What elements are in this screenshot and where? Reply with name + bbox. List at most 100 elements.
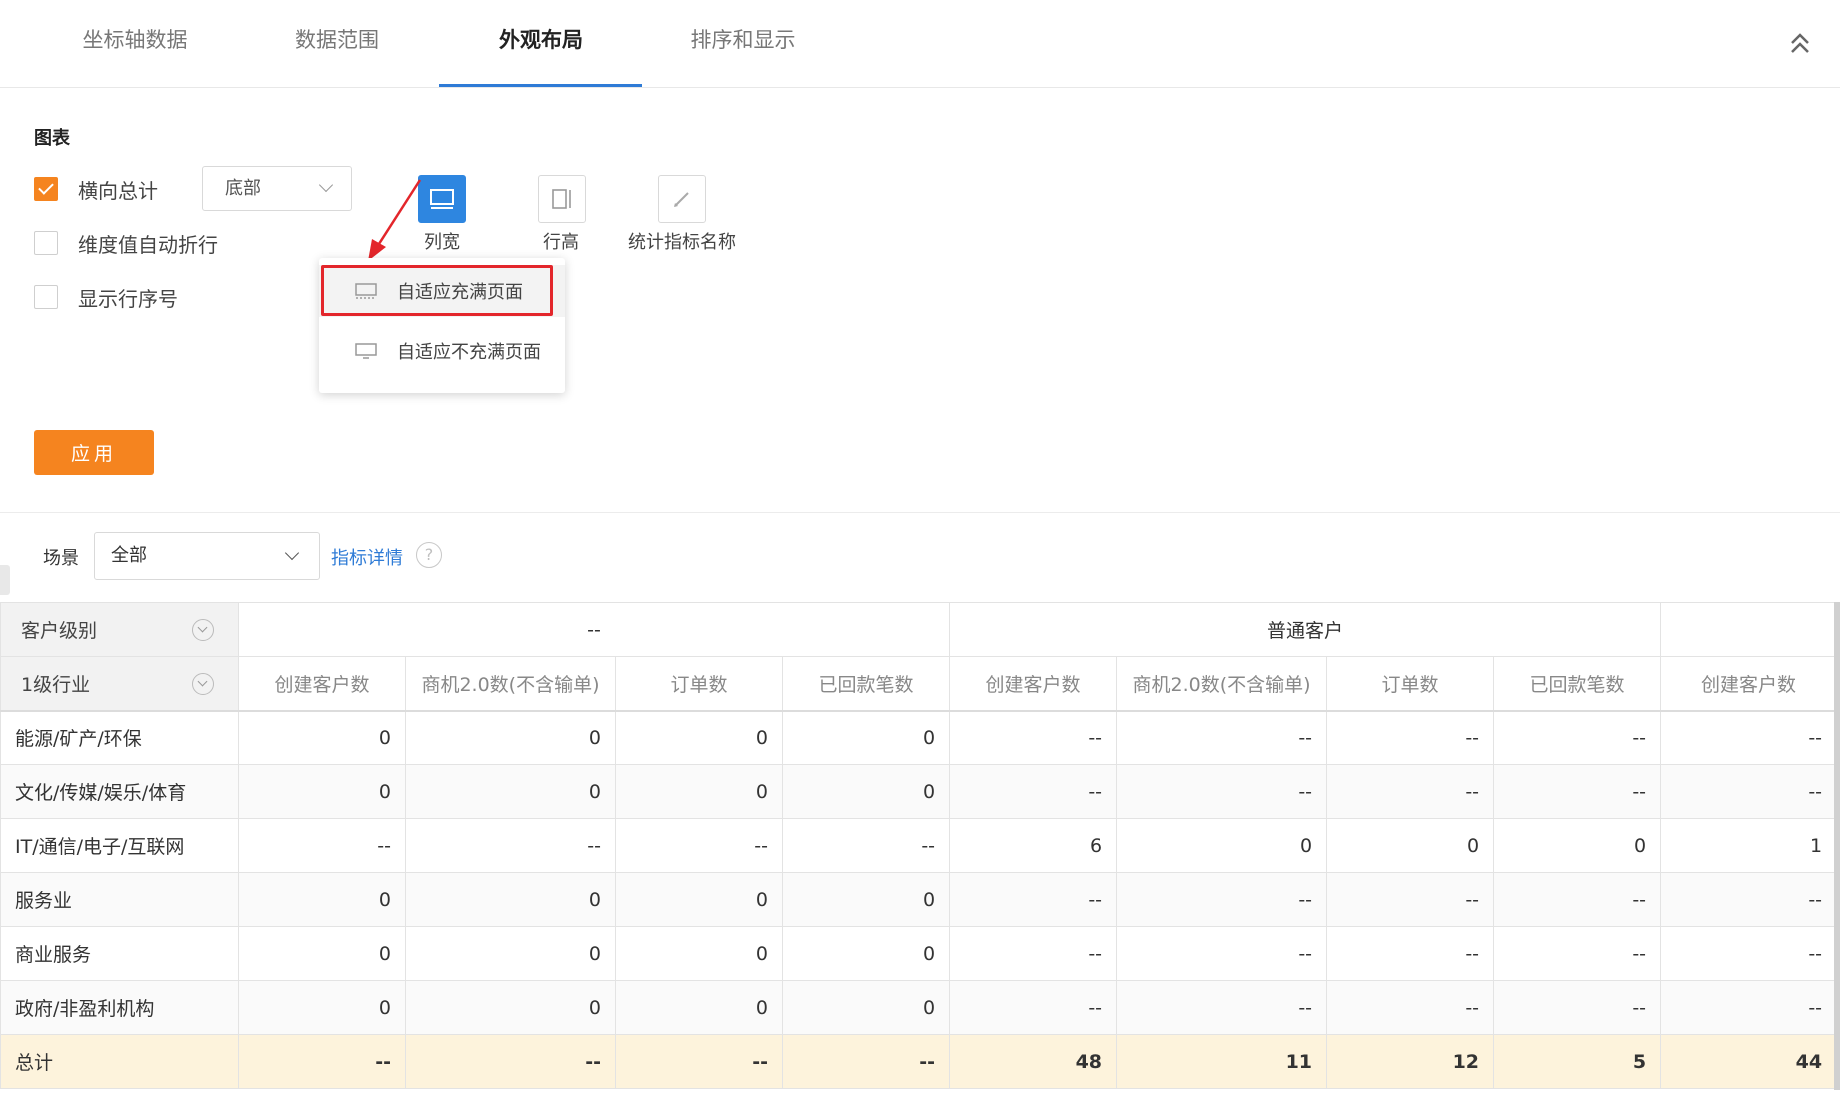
column-header[interactable]: 商机2.0数(不含输单) (1116, 656, 1328, 712)
table-cell: -- (1660, 710, 1838, 765)
table-cell: -- (615, 818, 783, 873)
total-cell: -- (405, 1034, 616, 1089)
menu-item-fit-nofill[interactable]: 自适应不充满页面 (319, 325, 565, 377)
auto-wrap-checkbox[interactable] (34, 231, 58, 255)
row-dimension-cell: IT/通信/电子/互联网 (0, 818, 239, 873)
dim-header-customer-level-label: 客户级别 (21, 620, 98, 642)
group-header-next (1660, 602, 1838, 657)
total-cell: -- (615, 1034, 783, 1089)
table-cell: -- (1660, 926, 1838, 981)
column-header[interactable]: 创建客户数 (949, 656, 1118, 712)
metric-name-label: 统计指标名称 (628, 232, 736, 253)
table-cell: -- (949, 710, 1118, 765)
table-cell: -- (949, 764, 1118, 819)
highlight-annotation-box (321, 265, 553, 316)
table-cell: 0 (1116, 818, 1328, 873)
total-cell: 12 (1326, 1034, 1495, 1089)
table-row: 政府/非盈利机构 0 0 0 0 -- -- -- -- -- (0, 980, 1838, 1035)
drag-handle[interactable] (0, 565, 10, 595)
option-horizontal-total[interactable]: 横向总计 (34, 174, 158, 204)
total-cell: 5 (1493, 1034, 1662, 1089)
table-cell: -- (1116, 710, 1328, 765)
option-auto-wrap[interactable]: 维度值自动折行 (34, 228, 218, 258)
dim-header-customer-level[interactable]: 客户级别 (0, 602, 239, 657)
scene-label: 场景 (43, 548, 79, 569)
scene-select-value: 全部 (111, 545, 147, 566)
table-cell: -- (1493, 980, 1662, 1035)
table-cell: -- (1326, 872, 1495, 927)
row-number-label: 显示行序号 (78, 286, 178, 311)
tab-data-range[interactable]: 数据范围 (262, 0, 412, 88)
apply-button[interactable]: 应用 (34, 430, 154, 475)
table-scrollbar[interactable] (1834, 602, 1840, 1090)
table-cell: -- (1493, 872, 1662, 927)
column-header[interactable]: 订单数 (615, 656, 783, 712)
tab-sort-display[interactable]: 排序和显示 (668, 0, 818, 88)
table-cell: -- (1493, 710, 1662, 765)
table-cell: 0 (238, 872, 406, 927)
row-height-button[interactable] (538, 175, 586, 223)
chevron-down-circle-icon[interactable] (192, 619, 214, 641)
tab-bar: 坐标轴数据 数据范围 外观布局 排序和显示 (0, 0, 1840, 88)
chevron-down-circle-icon[interactable] (192, 673, 214, 695)
metric-details-link[interactable]: 指标详情 (331, 544, 403, 570)
menu-item-fit-nofill-label: 自适应不充满页面 (397, 342, 541, 363)
auto-wrap-label: 维度值自动折行 (78, 232, 218, 257)
table-cell: -- (1326, 980, 1495, 1035)
row-height-icon (552, 189, 571, 209)
table-cell: -- (1326, 926, 1495, 981)
pencil-icon (674, 192, 689, 207)
option-row-number[interactable]: 显示行序号 (34, 282, 178, 312)
table-cell: 0 (781, 710, 951, 765)
row-height-label: 行高 (543, 232, 579, 253)
chevron-down-icon (284, 545, 300, 561)
scene-select[interactable]: 全部 (94, 532, 320, 580)
pivot-table: 客户级别 -- 普通客户 1级行业 创建客户数 商机2.0数(不含输单) 订单数… (0, 602, 1838, 1089)
total-position-select[interactable]: 底部 (202, 166, 352, 211)
help-icon[interactable]: ? (416, 542, 442, 568)
tab-appearance-layout[interactable]: 外观布局 (466, 0, 616, 88)
total-cell: 44 (1660, 1034, 1838, 1089)
total-row-label: 总计 (0, 1034, 239, 1089)
row-dimension-cell: 政府/非盈利机构 (0, 980, 239, 1035)
table-row: 服务业 0 0 0 0 -- -- -- -- -- (0, 872, 1838, 927)
total-cell: 11 (1116, 1034, 1328, 1089)
table-header-row-level: 客户级别 -- 普通客户 (0, 602, 1838, 657)
table-cell: 0 (405, 872, 616, 927)
column-header[interactable]: 创建客户数 (1660, 656, 1838, 712)
horizontal-total-label: 横向总计 (78, 178, 158, 203)
column-header[interactable]: 商机2.0数(不含输单) (405, 656, 616, 712)
row-dimension-cell: 能源/矿产/环保 (0, 710, 239, 765)
monitor-icon (355, 343, 377, 359)
table-cell: 6 (949, 818, 1118, 873)
table-cell: -- (949, 872, 1118, 927)
total-cell: -- (238, 1034, 406, 1089)
active-tab-indicator (439, 84, 642, 87)
table-cell: 0 (405, 980, 616, 1035)
tab-axis-data[interactable]: 坐标轴数据 (60, 0, 210, 88)
collapse-panel-icon[interactable] (1785, 26, 1815, 60)
table-cell: 0 (615, 980, 783, 1035)
table-cell: 1 (1660, 818, 1838, 873)
column-header[interactable]: 订单数 (1326, 656, 1495, 712)
column-header[interactable]: 已回款笔数 (1493, 656, 1662, 712)
table-cell: 0 (615, 764, 783, 819)
metric-name-button[interactable] (658, 175, 706, 223)
table-cell: -- (1326, 710, 1495, 765)
table-cell: -- (781, 818, 951, 873)
table-cell: -- (1660, 872, 1838, 927)
dim-header-industry-label: 1级行业 (21, 673, 91, 696)
group-header-none: -- (237, 602, 951, 657)
dim-header-industry[interactable]: 1级行业 (0, 656, 239, 712)
column-width-icon (430, 189, 454, 209)
table-cell: 0 (1493, 818, 1662, 873)
table-row: 能源/矿产/环保 0 0 0 0 -- -- -- -- -- (0, 710, 1838, 765)
table-cell: -- (1116, 980, 1328, 1035)
table-cell: 0 (781, 980, 951, 1035)
row-number-checkbox[interactable] (34, 285, 58, 309)
chevron-down-icon (318, 177, 334, 193)
column-header[interactable]: 已回款笔数 (781, 656, 951, 712)
horizontal-total-checkbox[interactable] (34, 177, 58, 201)
column-header[interactable]: 创建客户数 (238, 656, 406, 712)
table-row: IT/通信/电子/互联网 -- -- -- -- 6 0 0 0 1 (0, 818, 1838, 873)
